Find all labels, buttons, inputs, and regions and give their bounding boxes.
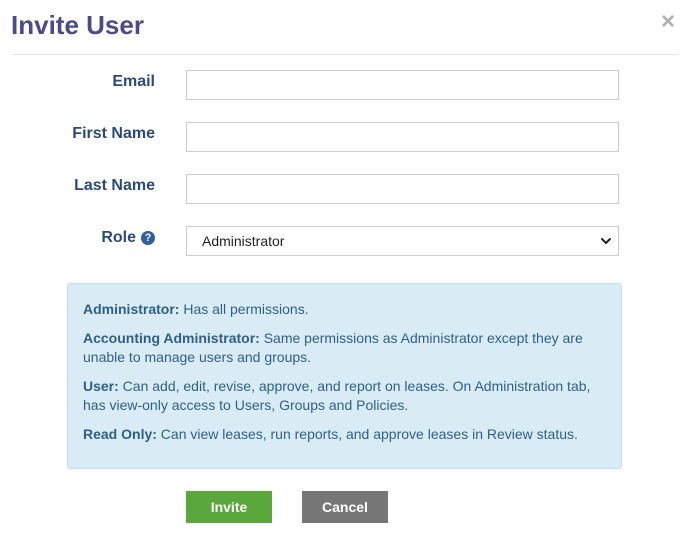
role-name: Accounting Administrator:: [83, 330, 260, 346]
role-text: Has all permissions.: [179, 301, 309, 317]
first-name-row: First Name: [0, 122, 686, 154]
last-name-field[interactable]: [186, 174, 619, 204]
role-description-read-only: Read Only: Can view leases, run reports,…: [83, 425, 607, 444]
email-label: Email: [112, 72, 155, 92]
role-select-value: Administrator: [202, 233, 285, 249]
role-text: Can view leases, run reports, and approv…: [156, 426, 578, 442]
header-divider: [11, 54, 678, 55]
role-select[interactable]: Administrator: [186, 226, 619, 256]
dialog-title: Invite User: [11, 10, 144, 40]
role-description-accounting-administrator: Accounting Administrator: Same permissio…: [83, 329, 607, 367]
role-text: Can add, edit, revise, approve, and repo…: [83, 378, 591, 413]
role-name: User:: [83, 378, 119, 394]
email-field[interactable]: [186, 70, 619, 100]
role-row: Role ? Administrator: [0, 226, 686, 258]
role-description-administrator: Administrator: Has all permissions.: [83, 300, 607, 319]
role-label: Role ?: [101, 228, 155, 248]
close-icon[interactable]: ×: [658, 10, 678, 34]
first-name-field[interactable]: [186, 122, 619, 152]
chevron-down-icon: [601, 238, 611, 244]
first-name-label-text: First Name: [72, 125, 155, 142]
email-row: Email: [0, 70, 686, 102]
role-name: Administrator:: [83, 301, 180, 317]
role-name: Read Only:: [83, 426, 157, 442]
last-name-row: Last Name: [0, 174, 686, 206]
role-label-text: Role: [101, 229, 136, 246]
last-name-label: Last Name: [74, 176, 155, 196]
email-label-text: Email: [112, 73, 155, 90]
last-name-label-text: Last Name: [74, 177, 155, 194]
role-description-user: User: Can add, edit, revise, approve, an…: [83, 377, 607, 415]
cancel-button[interactable]: Cancel: [302, 491, 388, 523]
invite-user-dialog: Invite User × Email First Name Last Name…: [0, 0, 686, 552]
role-descriptions-panel: Administrator: Has all permissions. Acco…: [67, 283, 622, 469]
help-circle-icon[interactable]: ?: [141, 231, 155, 245]
invite-button[interactable]: Invite: [186, 491, 272, 523]
first-name-label: First Name: [72, 124, 155, 144]
